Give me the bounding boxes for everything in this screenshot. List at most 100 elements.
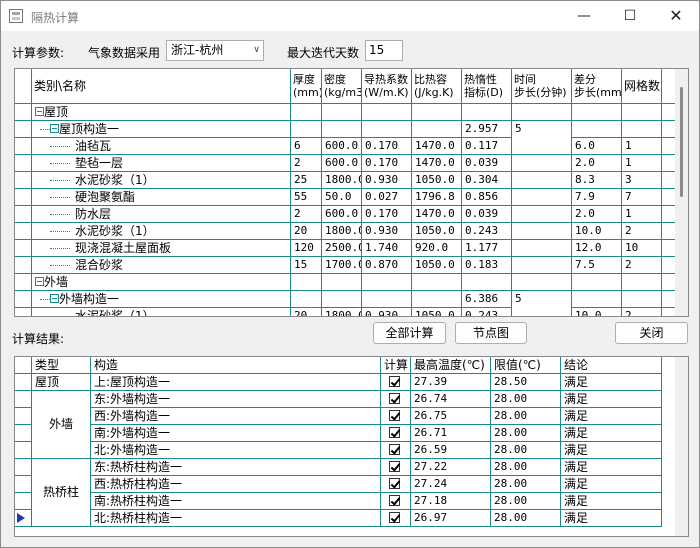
result-row[interactable]: 东:外墙构造一 26.74 28.00 满足 <box>15 391 662 408</box>
layers-grid-scrollbar[interactable] <box>675 69 688 316</box>
collapse-icon[interactable] <box>35 277 44 286</box>
collapse-icon[interactable] <box>35 107 44 116</box>
maximize-button[interactable]: ☐ <box>607 1 653 31</box>
layer-name-cell[interactable]: 现浇混凝土屋面板 <box>32 240 291 257</box>
row-selector[interactable] <box>15 425 32 442</box>
scrollbar-thumb[interactable] <box>680 87 683 197</box>
row-selector[interactable] <box>15 391 32 408</box>
row-selector[interactable] <box>15 291 32 308</box>
row-selector[interactable] <box>15 442 32 459</box>
header-col-conductivity[interactable]: 导热系数 (W/m.K) <box>362 69 412 104</box>
result-row[interactable]: 南:热桥柱构造一 27.18 28.00 满足 <box>15 493 662 510</box>
row-selector[interactable] <box>15 206 32 223</box>
layer-row[interactable]: 油毡瓦 6 600.0 0.170 1470.0 0.117 6.0 1 <box>15 138 675 155</box>
header-construct[interactable]: 构造 <box>91 357 381 374</box>
row-selector[interactable] <box>15 121 32 138</box>
row-selector[interactable] <box>15 257 32 274</box>
row-selector[interactable] <box>15 374 32 391</box>
collapse-icon[interactable] <box>50 124 59 133</box>
row-selector[interactable] <box>15 223 32 240</box>
layer-name-cell[interactable]: 水泥砂浆（1） <box>32 308 291 316</box>
layer-name-cell[interactable]: 水泥砂浆（1） <box>32 172 291 189</box>
header-col-heat-capacity[interactable]: 比热容 (J/kg.K) <box>412 69 462 104</box>
header-col-time-step[interactable]: 时间 步长(分钟) <box>512 69 572 104</box>
layer-name-cell[interactable]: 防水层 <box>32 206 291 223</box>
header-col-inertia[interactable]: 热惰性 指标(D) <box>462 69 512 104</box>
header-col-diff-step[interactable]: 差分 步长(mm) <box>572 69 622 104</box>
result-row[interactable]: 北:热桥柱构造一 26.97 28.00 满足 <box>15 510 662 527</box>
calc-checkbox[interactable] <box>389 410 400 421</box>
calc-checkbox[interactable] <box>389 512 400 523</box>
row-selector[interactable] <box>15 155 32 172</box>
calc-checkbox[interactable] <box>389 427 400 438</box>
close-button[interactable]: 关闭 <box>615 322 688 344</box>
row-selector[interactable] <box>15 510 32 527</box>
row-selector[interactable] <box>15 189 32 206</box>
calc-checkbox[interactable] <box>389 461 400 472</box>
weather-select[interactable]: 浙江-杭州 ∨ <box>166 40 264 61</box>
calc-checkbox[interactable] <box>389 393 400 404</box>
results-grid[interactable]: 类型 构造 计算 最高温度(℃) 限值(℃) 结论 上:屋顶构造一 27.39 28.50 满足东… <box>14 356 689 537</box>
layer-row[interactable]: 水泥砂浆（1） 20 1800.0 0.930 1050.0 0.243 10.0 2 <box>15 223 675 240</box>
header-result[interactable]: 结论 <box>561 357 662 374</box>
row-selector[interactable] <box>15 459 32 476</box>
row-selector[interactable] <box>15 493 32 510</box>
row-selector[interactable] <box>15 138 32 155</box>
row-selector[interactable] <box>15 476 32 493</box>
header-col-thickness[interactable]: 厚度 (mm) <box>291 69 322 104</box>
result-row[interactable]: 西:热桥柱构造一 27.24 28.00 满足 <box>15 476 662 493</box>
collapse-icon[interactable] <box>50 294 59 303</box>
row-selector[interactable] <box>15 274 32 291</box>
calc-all-button[interactable]: 全部计算 <box>373 322 446 344</box>
result-row[interactable]: 上:屋顶构造一 27.39 28.50 满足 <box>15 374 662 391</box>
layer-row[interactable]: 垫毡一层 2 600.0 0.170 1470.0 0.039 2.0 1 <box>15 155 675 172</box>
result-row[interactable]: 北:外墙构造一 26.59 28.00 满足 <box>15 442 662 459</box>
calc-checkbox[interactable] <box>389 376 400 387</box>
layer-name-cell[interactable]: 屋顶构造一 <box>32 121 291 138</box>
layer-name-cell[interactable]: 外墙 <box>32 274 291 291</box>
layer-name-cell[interactable]: 硬泡聚氨酯 <box>32 189 291 206</box>
row-selector[interactable] <box>15 308 32 316</box>
close-window-button[interactable]: ✕ <box>653 1 699 31</box>
layer-row[interactable]: 混合砂浆 15 1700.0 0.870 1050.0 0.183 7.5 2 <box>15 257 675 274</box>
layer-row[interactable]: 屋顶构造一 2.957 5 <box>15 121 675 138</box>
calc-checkbox[interactable] <box>389 495 400 506</box>
layer-row[interactable]: 防水层 2 600.0 0.170 1470.0 0.039 2.0 1 <box>15 206 675 223</box>
result-row[interactable]: 西:外墙构造一 26.75 28.00 满足 <box>15 408 662 425</box>
layer-name-cell[interactable]: 垫毡一层 <box>32 155 291 172</box>
calc-checkbox[interactable] <box>389 478 400 489</box>
layer-name-cell[interactable]: 屋顶 <box>32 104 291 121</box>
node-chart-button[interactable]: 节点图 <box>455 322 527 344</box>
layer-row[interactable]: 现浇混凝土屋面板 120 2500.0 1.740 920.0 1.177 12.0 10 <box>15 240 675 257</box>
header-max-temp[interactable]: 最高温度(℃) <box>411 357 491 374</box>
layer-name-cell[interactable]: 油毡瓦 <box>32 138 291 155</box>
results-grid-scrollbar[interactable] <box>675 357 688 536</box>
header-limit[interactable]: 限值(℃) <box>491 357 561 374</box>
layer-row[interactable]: 水泥砂浆（1） 25 1800.0 0.930 1050.0 0.304 8.3 3 <box>15 172 675 189</box>
layer-name-cell[interactable]: 水泥砂浆（1） <box>32 223 291 240</box>
header-col-name[interactable]: 类别\名称 <box>32 69 291 104</box>
header-col-grid-count[interactable]: 网格数 <box>622 69 662 104</box>
layer-row[interactable]: 外墙构造一 6.386 5 <box>15 291 675 308</box>
result-row[interactable]: 南:外墙构造一 26.71 28.00 满足 <box>15 425 662 442</box>
calc-checkbox[interactable] <box>389 444 400 455</box>
minimize-button[interactable]: — <box>561 1 607 31</box>
cell-col-time-step[interactable]: 5 <box>512 121 572 138</box>
layer-row[interactable]: 硬泡聚氨酯 55 50.0 0.027 1796.8 0.856 7.9 7 <box>15 189 675 206</box>
row-selector[interactable] <box>15 240 32 257</box>
layer-row[interactable]: 外墙 <box>15 274 675 291</box>
max-iter-days-input[interactable]: 15 <box>365 40 403 61</box>
row-selector[interactable] <box>15 104 32 121</box>
layer-row[interactable]: 屋顶 <box>15 104 675 121</box>
cell-col-time-step[interactable]: 5 <box>512 291 572 308</box>
row-selector[interactable] <box>15 172 32 189</box>
header-type[interactable]: 类型 <box>32 357 91 374</box>
layers-grid[interactable]: 类别\名称 厚度 (mm) 密度 (kg/m3 导热系数 (W/m.K) 比热容 (J/kg.K… <box>14 68 689 317</box>
layer-name-cell[interactable]: 外墙构造一 <box>32 291 291 308</box>
row-selector[interactable] <box>15 408 32 425</box>
header-col-density[interactable]: 密度 (kg/m3 <box>322 69 362 104</box>
layer-name-cell[interactable]: 混合砂浆 <box>32 257 291 274</box>
layer-row[interactable]: 水泥砂浆（1） 20 1800.0 0.930 1050.0 0.243 10.0 2 <box>15 308 675 316</box>
result-row[interactable]: 东:热桥柱构造一 27.22 28.00 满足 <box>15 459 662 476</box>
header-calc[interactable]: 计算 <box>381 357 411 374</box>
